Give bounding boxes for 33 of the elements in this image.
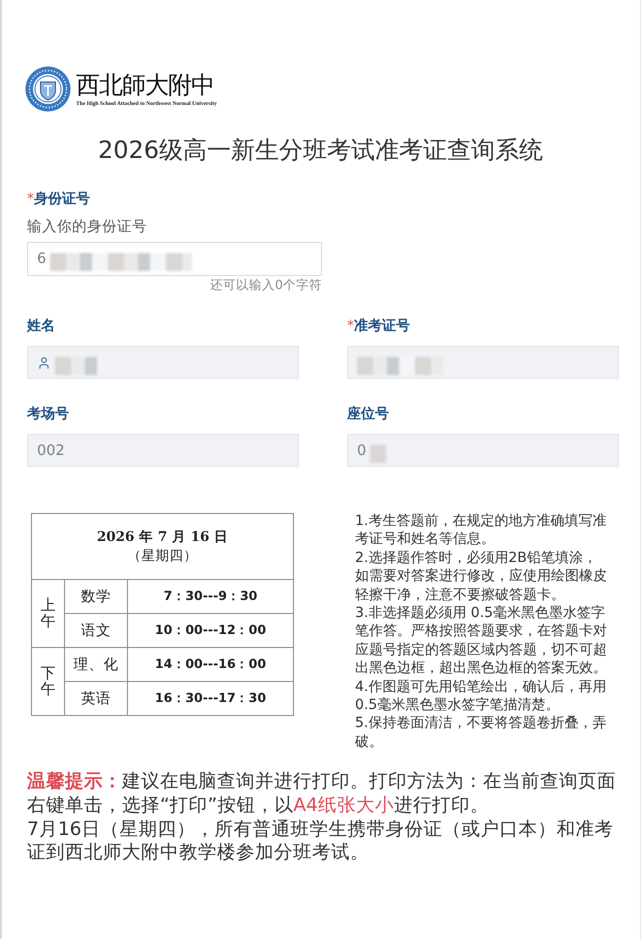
table-cell: 14：00---16：00 — [128, 648, 294, 682]
table-cell: 上午 — [32, 580, 64, 648]
table-cell: 下午 — [32, 648, 64, 716]
table-cell: 英语 — [64, 682, 128, 716]
instruction-item: 1.考生答题前，在规定的地方准确填写准考证号和姓名等信息。 — [355, 512, 608, 549]
table-cell: 10：00---12：00 — [128, 614, 294, 648]
field-hint: 输入你的身份证号 — [27, 218, 148, 236]
exam-weekday: （星期四） — [126, 546, 198, 566]
char-counter: 还可以输入0个字符 — [209, 277, 322, 293]
print-tip-text: 温馨提示：建议在电脑查询并进行打印。打印方法为：在当前查询页面右键单击，选择“打印”按钮，以A4纸张大小进行打印。 — [26, 770, 617, 818]
instruction-item: 2.选择题作答时，必须用2B铅笔填涂，如需要对答案进行修改，应使用绘图橡皮轻擦干净，注意不要擦破答题卡。 — [355, 548, 608, 604]
instruction-item: 5.保持卷面清洁，不要将答题卷折叠，弄破。 — [355, 714, 608, 752]
field-label: 座位号 — [347, 405, 389, 423]
instruction-item: 4.作图题可先用铅笔绘出，确认后，再用0.5毫米黑色墨水签字笔描清楚。 — [355, 678, 608, 714]
field-label: 身份证号 — [34, 190, 90, 208]
exam-date: 2026 年 7 月 16 日 — [96, 528, 230, 546]
table-cell: 数学 — [64, 580, 128, 614]
field-label: 准考证号 — [354, 317, 410, 335]
page-title: 2026级高一新生分班考试准考证查询系统 — [96, 135, 544, 165]
table-cell: 7：30---9：30 — [128, 580, 294, 614]
required-asterisk: * — [27, 190, 34, 208]
instruction-item: 3.非选择题必须用 0.5毫米黑色墨水签字笔作答。严格按照答题要求，在答题卡对应题号指定的答题区域内答题，切不可超出黑色边框，超出黑色边框的答案无效。 — [355, 604, 608, 678]
school-wordmark: 西北師大附中 — [76, 70, 215, 100]
field-label: 考场号 — [27, 405, 69, 423]
field-label: 姓名 — [27, 317, 55, 335]
exam-notice-text: 7月16日（星期四），所有普通班学生携带身份证（或户口本）和准考证到西北师大附中教学楼参加分班考试。 — [26, 818, 614, 866]
input-field[interactable]: 6 — [27, 242, 322, 276]
person-icon — [37, 356, 51, 370]
table-cell: 语文 — [64, 614, 128, 648]
required-asterisk: * — [347, 317, 354, 335]
table-cell: 16：30---17：30 — [128, 682, 294, 716]
emblem-icon — [25, 66, 71, 112]
table-cell: 理、化 — [64, 648, 128, 682]
